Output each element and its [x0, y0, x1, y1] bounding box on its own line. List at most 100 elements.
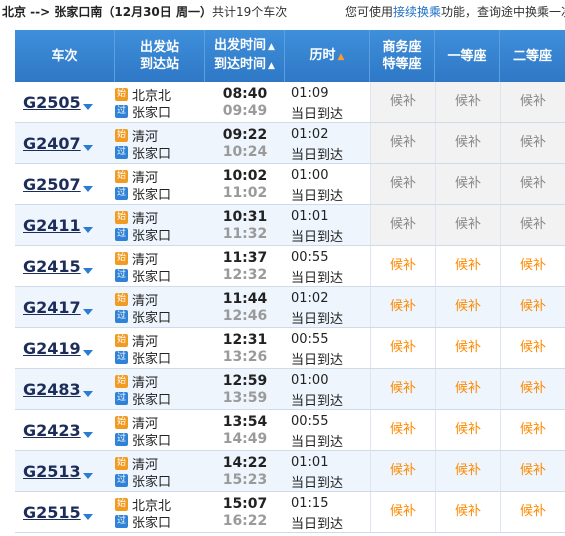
- train-number-link[interactable]: G2411: [23, 216, 81, 235]
- business-seat-waitlist[interactable]: 候补: [370, 246, 435, 286]
- arrival-day: 当日到达: [291, 476, 344, 491]
- stop-list-dropdown-icon[interactable]: [83, 391, 93, 397]
- train-number-link[interactable]: G2419: [23, 339, 81, 358]
- second-class-waitlist[interactable]: 候补: [500, 123, 565, 163]
- stop-list-dropdown-icon[interactable]: [83, 104, 93, 110]
- first-class-waitlist[interactable]: 候补: [435, 451, 500, 491]
- arrival-station-name: 张家口: [132, 516, 172, 531]
- duration-cell: 01:01 当日到达: [285, 205, 370, 245]
- train-cell: G2415: [15, 246, 105, 286]
- stop-list-dropdown-icon[interactable]: [83, 473, 93, 479]
- duration-cell: 01:02 当日到达: [285, 123, 370, 163]
- train-cell: G2505: [15, 82, 105, 122]
- second-class-waitlist[interactable]: 候补: [500, 328, 565, 368]
- stop-list-dropdown-icon[interactable]: [83, 145, 93, 151]
- time-cell: 11:37 12:32: [205, 246, 285, 286]
- business-seat-waitlist[interactable]: 候补: [370, 287, 435, 327]
- train-number-link[interactable]: G2515: [23, 503, 81, 522]
- sort-duration-icon[interactable]: ▲: [338, 52, 345, 62]
- col-duration[interactable]: 历时 ▲: [285, 30, 370, 82]
- first-class-waitlist[interactable]: 候补: [435, 410, 500, 450]
- second-class-waitlist[interactable]: 候补: [500, 451, 565, 491]
- col-first-class: 一等座: [435, 30, 500, 82]
- business-seat-waitlist[interactable]: 候补: [370, 164, 435, 204]
- time-cell: 12:31 13:26: [205, 328, 285, 368]
- first-class-waitlist[interactable]: 候补: [435, 328, 500, 368]
- duration-value: 01:00: [291, 168, 329, 183]
- stop-list-dropdown-icon[interactable]: [83, 350, 93, 356]
- first-class-waitlist[interactable]: 候补: [435, 492, 500, 532]
- pass-through-badge-icon: 过: [115, 310, 128, 323]
- second-class-waitlist[interactable]: 候补: [500, 246, 565, 286]
- arrival-day: 当日到达: [291, 107, 344, 122]
- sort-dep-icon[interactable]: ▲: [268, 42, 275, 52]
- arrival-day: 当日到达: [291, 394, 344, 409]
- col-arr-label[interactable]: 到达时间: [214, 57, 266, 72]
- second-class-waitlist[interactable]: 候补: [500, 82, 565, 122]
- duration-value: 00:55: [291, 332, 329, 347]
- first-class-waitlist[interactable]: 候补: [435, 164, 500, 204]
- stop-list-dropdown-icon[interactable]: [83, 309, 93, 315]
- col-business-label-1: 商务座: [382, 40, 422, 55]
- business-seat-waitlist[interactable]: 候补: [370, 492, 435, 532]
- business-seat-waitlist[interactable]: 候补: [370, 205, 435, 245]
- business-seat-waitlist[interactable]: 候补: [370, 410, 435, 450]
- first-class-waitlist[interactable]: 候补: [435, 205, 500, 245]
- second-class-waitlist[interactable]: 候补: [500, 369, 565, 409]
- business-seat-waitlist[interactable]: 候补: [370, 82, 435, 122]
- arrival-station: 过张家口: [115, 472, 171, 490]
- time-cell: 10:02 11:02: [205, 164, 285, 204]
- stop-list-dropdown-icon[interactable]: [83, 227, 93, 233]
- train-number-link[interactable]: G2407: [23, 134, 81, 153]
- business-seat-waitlist[interactable]: 候补: [370, 369, 435, 409]
- duration-value: 01:02: [291, 127, 329, 142]
- first-class-waitlist[interactable]: 候补: [435, 82, 500, 122]
- time-cell: 14:22 15:23: [205, 451, 285, 491]
- train-number-link[interactable]: G2483: [23, 380, 81, 399]
- origin-badge-icon: 始: [115, 88, 128, 101]
- second-class-waitlist[interactable]: 候补: [500, 205, 565, 245]
- stop-list-dropdown-icon[interactable]: [83, 432, 93, 438]
- train-number-link[interactable]: G2417: [23, 298, 81, 317]
- col-train: 车次: [15, 30, 115, 82]
- station-cell: 始清河过张家口: [115, 328, 205, 368]
- departure-time: 11:37: [222, 250, 268, 266]
- arrival-station: 过张家口: [115, 267, 171, 285]
- first-class-waitlist[interactable]: 候补: [435, 287, 500, 327]
- business-seat-waitlist[interactable]: 候补: [370, 328, 435, 368]
- table-row: G2423 始清河过张家口 13:54 14:49 00:55 当日到达 候补 候补 候补: [15, 410, 565, 451]
- duration-value: 00:55: [291, 250, 329, 265]
- arrival-time: 12:46: [222, 308, 268, 324]
- second-class-waitlist[interactable]: 候补: [500, 410, 565, 450]
- col-dep-label[interactable]: 出发时间: [214, 38, 266, 53]
- table-row: G2507 始清河过张家口 10:02 11:02 01:00 当日到达 候补 候补 候补: [15, 164, 565, 205]
- second-class-waitlist[interactable]: 候补: [500, 287, 565, 327]
- train-number-link[interactable]: G2513: [23, 462, 81, 481]
- col-times[interactable]: 出发时间 ▲ 到达时间 ▲: [205, 30, 285, 82]
- stop-list-dropdown-icon[interactable]: [83, 186, 93, 192]
- first-class-waitlist[interactable]: 候补: [435, 369, 500, 409]
- station-cell: 始清河过张家口: [115, 410, 205, 450]
- origin-badge-icon: 始: [115, 457, 128, 470]
- train-number-link[interactable]: G2505: [23, 93, 81, 112]
- train-number-link[interactable]: G2507: [23, 175, 81, 194]
- second-class-waitlist[interactable]: 候补: [500, 164, 565, 204]
- stop-list-dropdown-icon[interactable]: [83, 514, 93, 520]
- first-class-waitlist[interactable]: 候补: [435, 246, 500, 286]
- sort-arr-icon[interactable]: ▲: [268, 61, 275, 71]
- arrival-station: 过张家口: [115, 103, 171, 121]
- transfer-link[interactable]: 接续换乘: [393, 5, 441, 19]
- train-number-link[interactable]: G2423: [23, 421, 81, 440]
- stop-list-dropdown-icon[interactable]: [83, 268, 93, 274]
- col-business-label-2: 特等座: [382, 57, 422, 72]
- arrival-station: 过张家口: [115, 226, 171, 244]
- col-duration-label[interactable]: 历时: [310, 48, 336, 63]
- first-class-waitlist[interactable]: 候补: [435, 123, 500, 163]
- business-seat-waitlist[interactable]: 候补: [370, 451, 435, 491]
- second-class-waitlist[interactable]: 候补: [500, 492, 565, 532]
- business-seat-waitlist[interactable]: 候补: [370, 123, 435, 163]
- table-row: G2411 始清河过张家口 10:31 11:32 01:01 当日到达 候补 候补 候补: [15, 205, 565, 246]
- table-header: 车次 出发站 到达站 出发时间 ▲ 到达时间 ▲ 历时 ▲ 商务座 特等座 一等座 二…: [15, 30, 565, 82]
- train-number-link[interactable]: G2415: [23, 257, 81, 276]
- train-cell: G2411: [15, 205, 105, 245]
